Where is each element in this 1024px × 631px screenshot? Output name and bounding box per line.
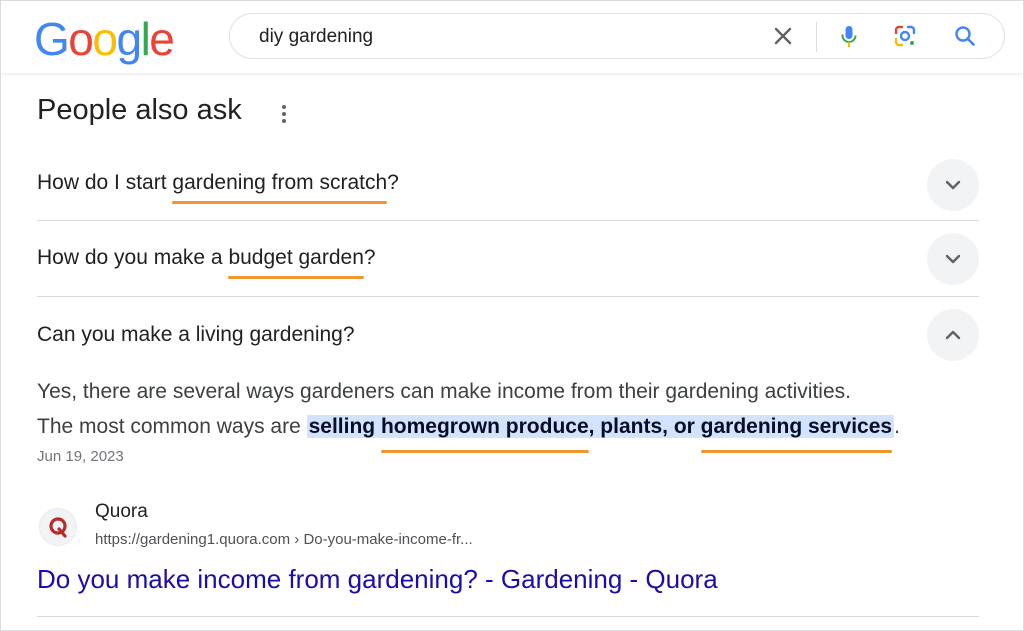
paa-question-text: Can you make a living gardening? — [37, 323, 355, 346]
divider — [37, 296, 979, 297]
question-text-part: How do I start — [37, 171, 173, 194]
divider — [37, 616, 979, 617]
paa-question-expanded[interactable]: Can you make a living gardening? — [37, 308, 979, 362]
question-text-part: ? — [363, 246, 376, 269]
close-icon — [774, 27, 792, 45]
highlighted-answer: selling homegrown produce, plants, or ga… — [306, 415, 895, 453]
question-text-part: How do you make a — [37, 246, 229, 269]
answer-bold-text: , plants, or — [588, 415, 701, 438]
source-name[interactable]: Quora — [95, 501, 148, 523]
logo-letter: o — [68, 13, 94, 65]
microphone-icon — [841, 26, 857, 47]
expand-button[interactable] — [927, 233, 979, 285]
search-input[interactable]: diy gardening — [259, 26, 373, 48]
question-text-part: ? — [387, 171, 399, 194]
result-title-link[interactable]: Do you make income from gardening? - Gar… — [37, 564, 718, 595]
highlighted-phrase: budget garden — [228, 246, 365, 279]
google-logo[interactable]: Google — [34, 13, 175, 65]
logo-letter: e — [149, 13, 175, 65]
answer-line: Yes, there are several ways gardeners ca… — [37, 380, 851, 403]
search-results-page: Google diy gardening People also ask How… — [0, 0, 1024, 631]
logo-letter: o — [92, 13, 118, 65]
highlighted-phrase: homegrown produce — [380, 409, 589, 453]
collapse-button[interactable] — [927, 309, 979, 361]
search-button[interactable] — [952, 23, 978, 49]
logo-letter: l — [140, 13, 151, 65]
answer-snippet: Yes, there are several ways gardeners ca… — [37, 374, 979, 453]
more-options-button[interactable] — [279, 103, 289, 125]
paa-question-text: How do you make a budget garden? — [37, 246, 376, 279]
voice-search-button[interactable] — [836, 23, 862, 49]
logo-letter: g — [116, 13, 142, 65]
search-box[interactable]: diy gardening — [229, 13, 1005, 59]
highlighted-phrase: gardening services — [700, 409, 893, 453]
lens-search-button[interactable] — [892, 23, 918, 49]
clear-button[interactable] — [770, 23, 796, 49]
answer-text: The most common ways are — [37, 415, 307, 438]
paa-title: People also ask — [37, 94, 242, 126]
search-icon — [955, 26, 975, 46]
search-divider — [816, 22, 817, 52]
answer-bold-text: selling — [308, 415, 381, 438]
divider — [37, 220, 979, 221]
chevron-down-icon — [945, 180, 961, 190]
highlighted-phrase: gardening from scratch — [172, 171, 388, 204]
answer-date: Jun 19, 2023 — [37, 448, 124, 465]
chevron-up-icon — [945, 330, 961, 340]
expand-button[interactable] — [927, 159, 979, 211]
source-url[interactable]: https://gardening1.quora.com › Do-you-ma… — [95, 531, 473, 548]
paa-question[interactable]: How do you make a budget garden? — [37, 231, 979, 285]
source-favicon[interactable] — [39, 508, 77, 546]
answer-line: The most common ways are selling homegro… — [37, 409, 979, 453]
more-vert-icon — [282, 105, 286, 123]
lens-icon — [894, 25, 916, 47]
chevron-down-icon — [945, 254, 961, 264]
logo-letter: G — [34, 13, 70, 65]
quora-logo-icon — [49, 517, 67, 538]
answer-text: . — [894, 415, 900, 438]
paa-question-text: How do I start gardening from scratch? — [37, 171, 399, 204]
paa-question[interactable]: How do I start gardening from scratch? — [37, 156, 979, 211]
header: Google diy gardening — [1, 1, 1023, 73]
